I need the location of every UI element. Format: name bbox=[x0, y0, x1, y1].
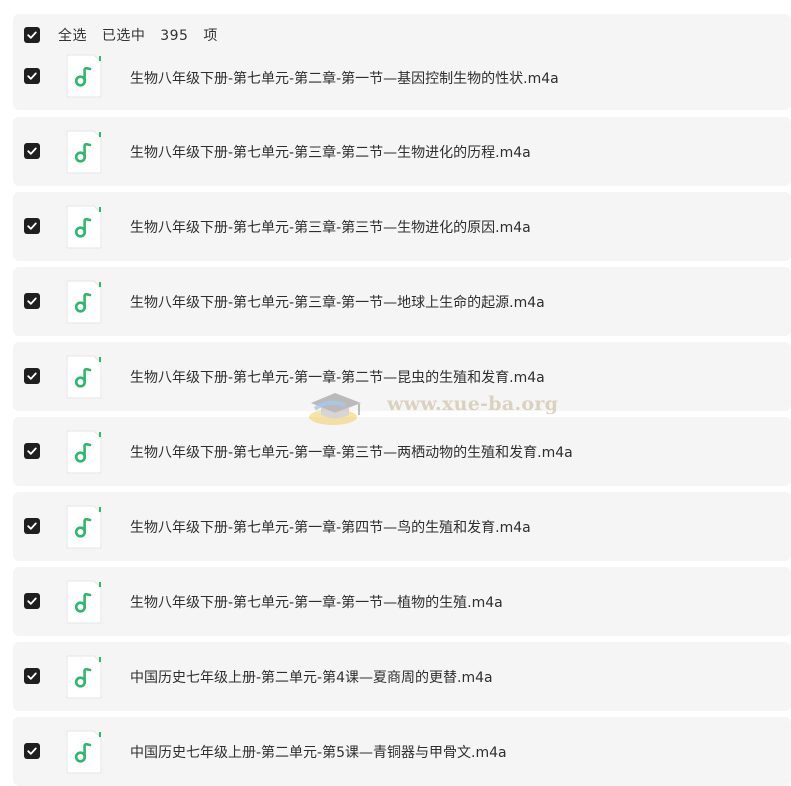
audio-file-icon bbox=[64, 279, 104, 325]
file-name: 生物八年级下册-第七单元-第一章-第二节—昆虫的生殖和发育.m4a bbox=[130, 370, 545, 386]
file-row[interactable]: 生物八年级下册-第七单元-第三章-第二节—生物进化的历程.m4a bbox=[13, 117, 791, 186]
file-row[interactable]: 生物八年级下册-第七单元-第一章-第四节—鸟的生殖和发育.m4a bbox=[13, 492, 791, 561]
checkmark-icon bbox=[27, 747, 37, 755]
file-checkbox[interactable] bbox=[24, 68, 40, 84]
audio-file-icon bbox=[64, 53, 104, 99]
file-checkbox[interactable] bbox=[24, 518, 40, 534]
checkmark-icon bbox=[27, 672, 37, 680]
selected-label: 已选中 bbox=[101, 28, 146, 44]
audio-file-icon bbox=[64, 129, 104, 175]
checkmark-icon bbox=[27, 72, 37, 80]
file-name: 中国历史七年级上册-第二单元-第5课—青铜器与甲骨文.m4a bbox=[130, 745, 507, 761]
audio-file-icon bbox=[64, 729, 104, 775]
file-row[interactable]: 中国历史七年级上册-第二单元-第4课—夏商周的更替.m4a bbox=[13, 642, 791, 711]
file-checkbox[interactable] bbox=[24, 743, 40, 759]
file-row[interactable]: 生物八年级下册-第七单元-第三章-第一节—地球上生命的起源.m4a bbox=[13, 267, 791, 336]
items-unit: 项 bbox=[203, 28, 218, 44]
file-row[interactable]: 中国历史七年级上册-第二单元-第5课—青铜器与甲骨文.m4a bbox=[13, 717, 791, 786]
file-row[interactable]: 生物八年级下册-第七单元-第一章-第一节—植物的生殖.m4a bbox=[13, 567, 791, 636]
checkmark-icon bbox=[27, 222, 37, 230]
audio-file-icon bbox=[64, 654, 104, 700]
file-checkbox[interactable] bbox=[24, 368, 40, 384]
selection-summary: 全选 已选中 395 项 bbox=[58, 25, 218, 45]
file-checkbox[interactable] bbox=[24, 293, 40, 309]
selected-count: 395 bbox=[160, 28, 189, 44]
select-all-label: 全选 bbox=[58, 28, 87, 44]
selection-header: 全选 已选中 395 项 bbox=[13, 14, 791, 54]
file-name: 生物八年级下册-第七单元-第三章-第一节—地球上生命的起源.m4a bbox=[130, 295, 545, 311]
file-name: 生物八年级下册-第七单元-第一章-第四节—鸟的生殖和发育.m4a bbox=[130, 520, 531, 536]
checkmark-icon bbox=[27, 597, 37, 605]
checkmark-icon bbox=[27, 447, 37, 455]
file-name: 生物八年级下册-第七单元-第一章-第一节—植物的生殖.m4a bbox=[130, 595, 503, 611]
file-name: 生物八年级下册-第七单元-第一章-第三节—两栖动物的生殖和发育.m4a bbox=[130, 445, 573, 461]
file-checkbox[interactable] bbox=[24, 218, 40, 234]
file-row[interactable]: 生物八年级下册-第七单元-第一章-第二节—昆虫的生殖和发育.m4a bbox=[13, 342, 791, 411]
file-checkbox[interactable] bbox=[24, 593, 40, 609]
checkmark-icon bbox=[27, 297, 37, 305]
audio-file-icon bbox=[64, 504, 104, 550]
audio-file-icon bbox=[64, 579, 104, 625]
select-all-control[interactable]: 全选 已选中 395 项 bbox=[24, 25, 218, 45]
audio-file-icon bbox=[64, 429, 104, 475]
checkmark-icon bbox=[27, 372, 37, 380]
file-row[interactable]: 生物八年级下册-第七单元-第三章-第三节—生物进化的原因.m4a bbox=[13, 192, 791, 261]
checkmark-icon bbox=[27, 31, 37, 39]
file-checkbox[interactable] bbox=[24, 443, 40, 459]
file-name: 生物八年级下册-第七单元-第三章-第三节—生物进化的原因.m4a bbox=[130, 220, 531, 236]
file-checkbox[interactable] bbox=[24, 668, 40, 684]
audio-file-icon bbox=[64, 204, 104, 250]
select-all-checkbox[interactable] bbox=[24, 27, 40, 43]
file-name: 生物八年级下册-第七单元-第二章-第一节—基因控制生物的性状.m4a bbox=[130, 71, 559, 87]
checkmark-icon bbox=[27, 522, 37, 530]
file-name: 生物八年级下册-第七单元-第三章-第二节—生物进化的历程.m4a bbox=[130, 145, 531, 161]
audio-file-icon bbox=[64, 354, 104, 400]
file-name: 中国历史七年级上册-第二单元-第4课—夏商周的更替.m4a bbox=[130, 670, 493, 686]
checkmark-icon bbox=[27, 147, 37, 155]
file-row[interactable]: 生物八年级下册-第七单元-第一章-第三节—两栖动物的生殖和发育.m4a bbox=[13, 417, 791, 486]
file-checkbox[interactable] bbox=[24, 143, 40, 159]
